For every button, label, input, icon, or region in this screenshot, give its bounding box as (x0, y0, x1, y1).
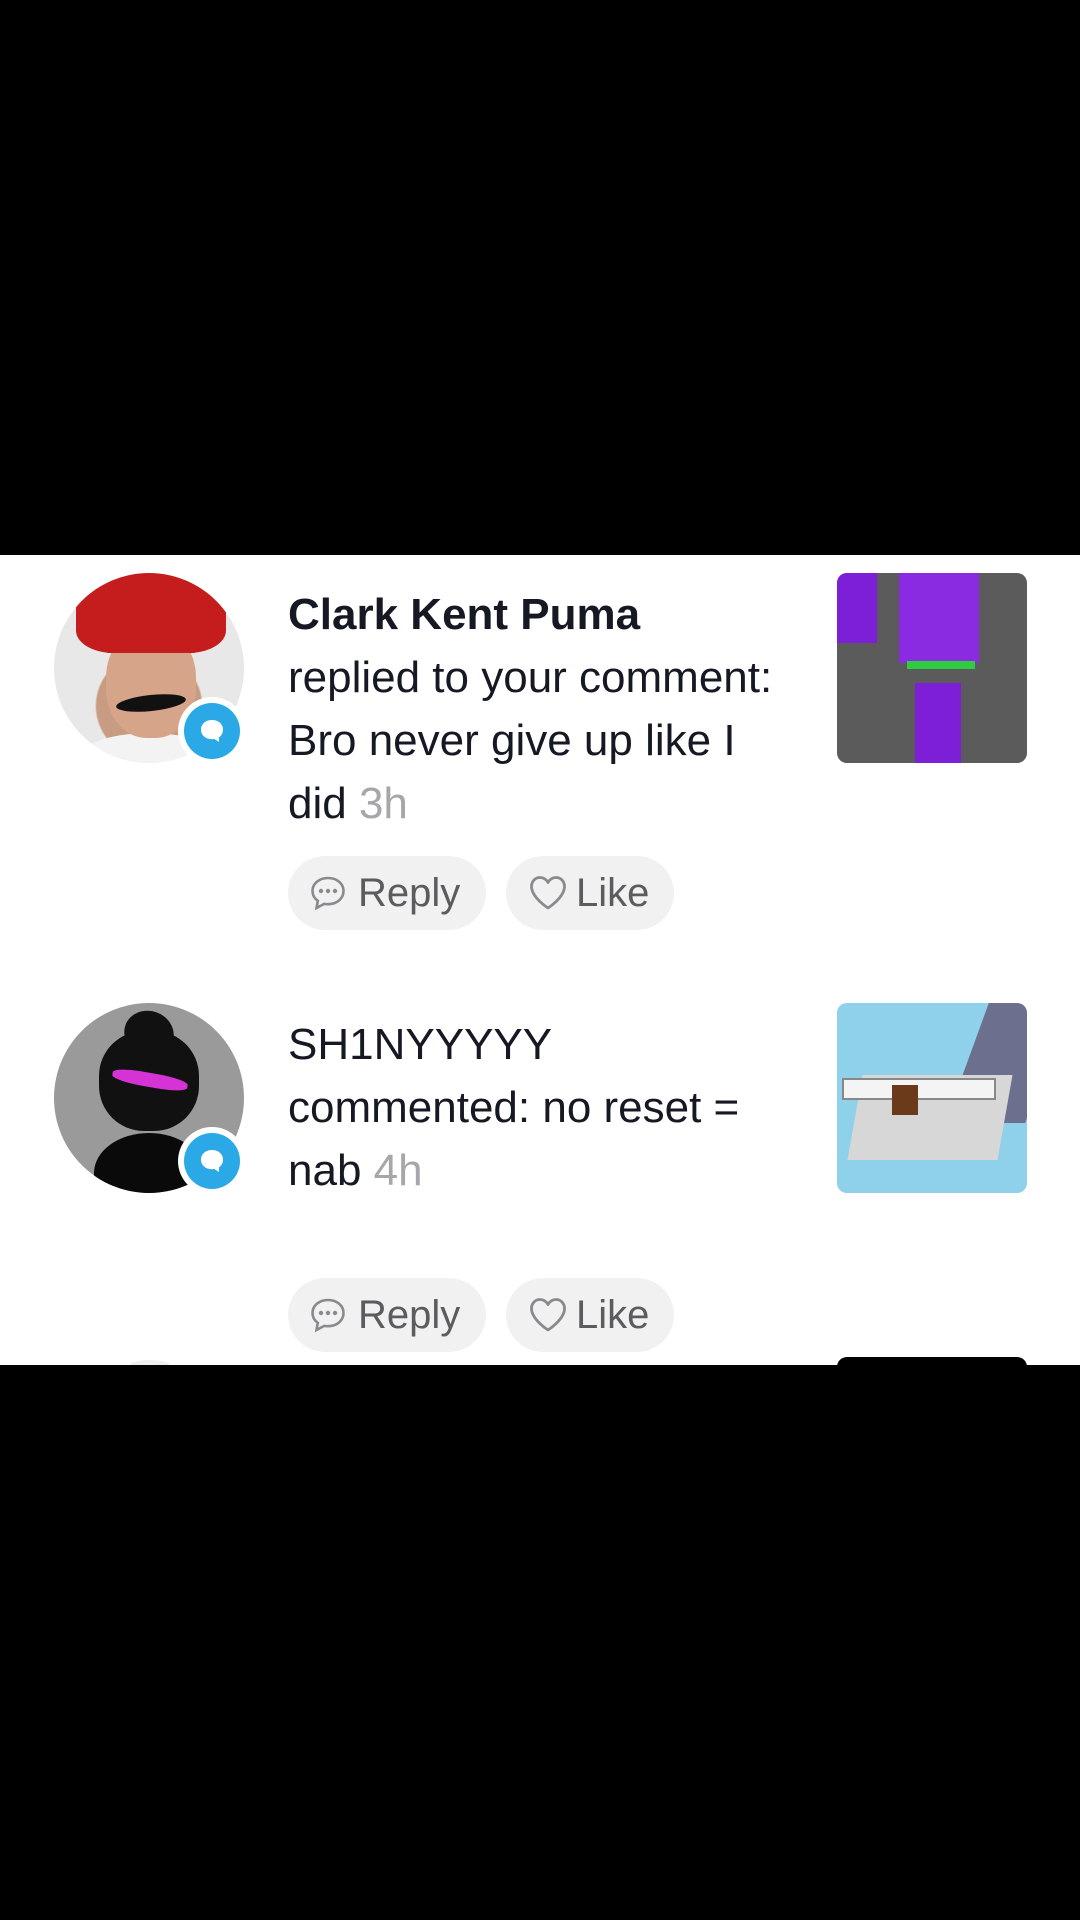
video-thumbnail[interactable] (837, 573, 1027, 763)
timestamp: 4h (373, 1146, 423, 1195)
heart-icon (530, 1298, 566, 1332)
reply-label: Reply (358, 871, 461, 915)
like-label: Like (576, 1293, 650, 1337)
speech-bubble-icon (311, 1298, 345, 1333)
action-text: commented: (288, 1083, 531, 1132)
timestamp: 3h (358, 779, 408, 828)
username[interactable]: SH1NYYYYY (288, 1013, 788, 1076)
speech-bubble-icon (311, 876, 345, 911)
notification-text: SH1NYYYYY commented: no reset = nab 4h (288, 1013, 788, 1202)
like-button[interactable]: Like (506, 1278, 674, 1352)
comment-text: Bro never give up like I did (288, 716, 736, 828)
comment-badge-icon (178, 1127, 246, 1195)
reply-label: Reply (358, 1293, 461, 1337)
reply-button[interactable]: Reply (288, 1278, 486, 1352)
next-thumbnail-edge (837, 1357, 1027, 1365)
top-letterbox (0, 0, 1080, 555)
video-thumbnail[interactable] (837, 1003, 1027, 1193)
like-label: Like (576, 871, 650, 915)
action-text: replied to your comment: (288, 653, 773, 702)
username[interactable]: Clark Kent Puma (288, 583, 788, 646)
heart-icon (530, 876, 566, 910)
notification-text: Clark Kent Puma replied to your comment:… (288, 583, 788, 835)
activity-panel: Clark Kent Puma replied to your comment:… (0, 555, 1080, 1365)
comment-badge-icon (178, 697, 246, 765)
reply-button[interactable]: Reply (288, 856, 486, 930)
like-button[interactable]: Like (506, 856, 674, 930)
bottom-letterbox (0, 1365, 1080, 1920)
